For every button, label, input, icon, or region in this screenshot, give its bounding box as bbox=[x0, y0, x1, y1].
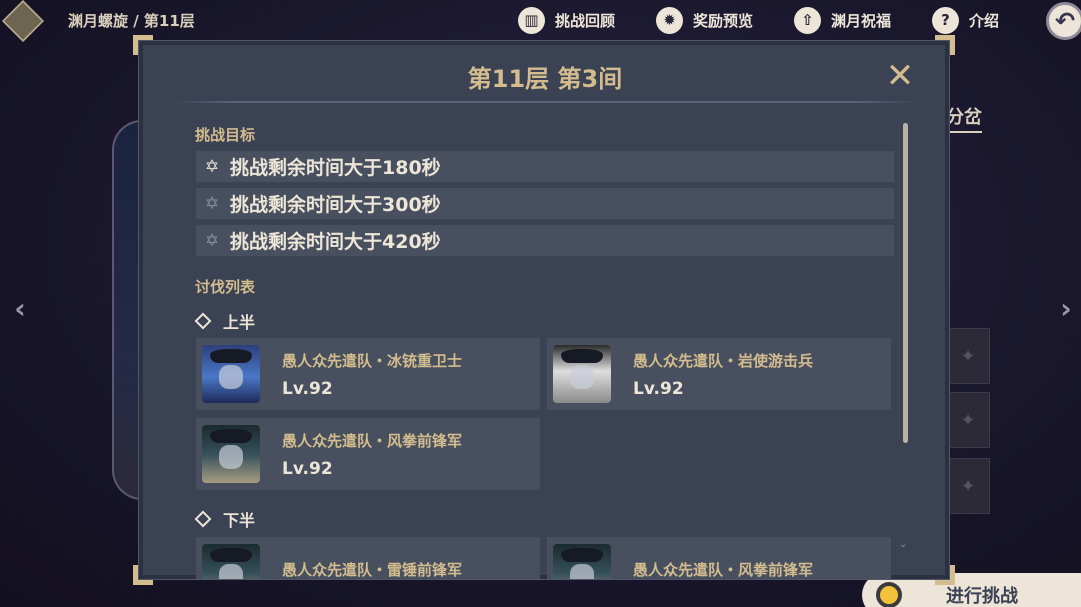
enemy-card[interactable]: 愚人众先遣队・风拳前锋军 Lv.92 bbox=[196, 418, 540, 490]
enemy-name: 愚人众先遣队・冰铳重卫士 bbox=[282, 351, 463, 370]
second-half-label: 下半 bbox=[194, 507, 256, 531]
abyss-blessing-label: 渊月祝福 bbox=[831, 11, 892, 30]
goal-row: ✡ 挑战剩余时间大于300秒 bbox=[196, 188, 894, 219]
goal-text: 挑战剩余时间大于420秒 bbox=[230, 231, 441, 253]
enemy-level: Lv.92 bbox=[282, 378, 333, 399]
goal-star-unachieved-icon: ✡ bbox=[204, 193, 220, 214]
first-half-text: 上半 bbox=[223, 313, 256, 332]
challenge-review-label: 挑战回顾 bbox=[555, 11, 616, 30]
first-half-label: 上半 bbox=[194, 309, 256, 333]
background-star-box-icon: ✦ bbox=[946, 458, 990, 514]
goal-text: 挑战剩余时间大于300秒 bbox=[230, 194, 441, 216]
top-bar: 渊月螺旋 / 第11层 ▥ 挑战回顾 ✹ 奖励预览 ⇧ 渊月祝福 ? 介绍 ↶ bbox=[0, 0, 1081, 42]
branch-tab[interactable]: 分岔 bbox=[946, 103, 982, 133]
enemy-name: 愚人众先遣队・岩使游击兵 bbox=[633, 351, 814, 370]
goal-star-achieved-icon: ✡ bbox=[204, 156, 220, 177]
enemy-card[interactable]: 愚人众先遣队・雷锤前锋军 bbox=[196, 537, 540, 579]
enemy-card[interactable]: 愚人众先遣队・风拳前锋军 bbox=[547, 537, 891, 579]
help-icon: ? bbox=[932, 6, 959, 34]
enemy-level: Lv.92 bbox=[282, 458, 333, 479]
diamond-icon bbox=[194, 510, 212, 528]
close-icon[interactable]: ✕ bbox=[883, 59, 917, 93]
goal-row: ✡ 挑战剩余时间大于420秒 bbox=[196, 225, 894, 256]
introduction-label: 介绍 bbox=[969, 11, 1000, 30]
spiral-abyss-emblem-icon bbox=[2, 0, 44, 42]
upload-icon: ⇧ bbox=[794, 6, 821, 34]
enemies-section-label: 讨伐列表 bbox=[195, 278, 256, 296]
background-star-box-icon: ✦ bbox=[946, 328, 990, 384]
back-icon[interactable]: ↶ bbox=[1046, 2, 1081, 40]
goal-row: ✡ 挑战剩余时间大于180秒 bbox=[196, 151, 894, 182]
enemy-level: Lv.92 bbox=[633, 378, 684, 399]
enemy-card[interactable]: 愚人众先遣队・冰铳重卫士 Lv.92 bbox=[196, 338, 540, 410]
start-challenge-icon bbox=[876, 582, 902, 607]
introduction-button[interactable]: ? 介绍 bbox=[932, 6, 999, 34]
challenge-review-button[interactable]: ▥ 挑战回顾 bbox=[518, 6, 615, 34]
goal-star-unachieved-icon: ✡ bbox=[204, 230, 220, 251]
enemy-name: 愚人众先遣队・风拳前锋军 bbox=[633, 560, 814, 579]
modal-title: 第11层 第3间 bbox=[467, 65, 623, 93]
book-icon: ▥ bbox=[518, 6, 545, 34]
goals-section-label: 挑战目标 bbox=[195, 126, 256, 144]
enemy-portrait-anemoboxer bbox=[553, 544, 611, 579]
previous-chamber-arrow-icon[interactable]: ‹ bbox=[8, 292, 32, 325]
reward-preview-button[interactable]: ✹ 奖励预览 bbox=[656, 6, 753, 34]
enemy-portrait-anemoboxer bbox=[202, 425, 260, 483]
breadcrumb: 渊月螺旋 / 第11层 bbox=[68, 12, 195, 30]
abyss-blessing-button[interactable]: ⇧ 渊月祝福 bbox=[794, 6, 891, 34]
enemy-portrait-geochanter bbox=[553, 345, 611, 403]
enemy-portrait-electro-hammer bbox=[202, 544, 260, 579]
reward-preview-label: 奖励预览 bbox=[693, 11, 754, 30]
enemy-name: 愚人众先遣队・雷锤前锋军 bbox=[282, 560, 463, 579]
start-challenge-label: 进行挑战 bbox=[946, 586, 1018, 607]
enemy-name: 愚人众先遣队・风拳前锋军 bbox=[282, 431, 463, 450]
next-chamber-arrow-icon[interactable]: › bbox=[1054, 292, 1078, 325]
second-half-text: 下半 bbox=[223, 511, 256, 530]
title-divider bbox=[173, 101, 917, 103]
background-star-box-icon: ✦ bbox=[946, 392, 990, 448]
enemy-card[interactable]: 愚人众先遣队・岩使游击兵 Lv.92 bbox=[547, 338, 891, 410]
gear-star-icon: ✹ bbox=[656, 6, 683, 34]
scroll-down-icon[interactable]: ⌄ bbox=[899, 539, 907, 550]
scrollbar[interactable] bbox=[903, 123, 908, 443]
chamber-detail-modal: 第11层 第3间 ✕ 挑战目标 ✡ 挑战剩余时间大于180秒 ✡ 挑战剩余时间大… bbox=[138, 40, 950, 580]
enemy-portrait-cryo-gunner bbox=[202, 345, 260, 403]
goal-text: 挑战剩余时间大于180秒 bbox=[230, 157, 441, 179]
diamond-icon bbox=[194, 312, 212, 330]
